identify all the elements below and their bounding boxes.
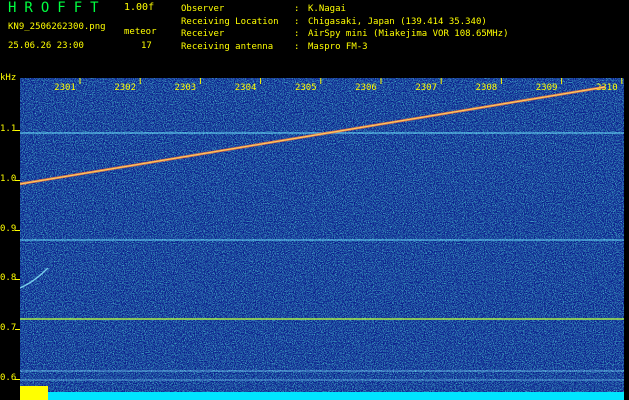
x-tick-label: 2301 <box>54 83 76 93</box>
x-tick-label: 2305 <box>295 83 317 93</box>
info-colon: : <box>294 4 300 14</box>
info-value: Maspro FM-3 <box>308 41 368 52</box>
info-colon: : <box>294 29 300 39</box>
info-colon: : <box>294 16 300 27</box>
info-key: Receiving Location <box>181 16 279 27</box>
x-tick-label: 2309 <box>536 83 558 93</box>
meteor-count: 17 <box>141 41 152 51</box>
y-tick-label: 1.1 <box>0 124 17 134</box>
app-logo: HROFFT <box>8 0 107 16</box>
spectrogram: 2301 2302 2303 2304 2305 2306 2307 2308 2309 2310 <box>20 78 624 400</box>
info-colon: : <box>294 41 300 52</box>
y-tick-label: 0.7 <box>0 323 17 333</box>
info-row-receiver: Receiver : AirSpy mini (Miakejima VOR 10… <box>181 28 508 41</box>
bottom-level-bar <box>20 392 624 400</box>
x-tick-label: 2304 <box>235 83 257 93</box>
timestamp: 25.06.26 23:00 <box>8 41 84 51</box>
x-tick-label: 2308 <box>476 83 498 93</box>
station-info: Observer : K.Nagai Receiving Location : … <box>181 3 508 53</box>
header: HROFFT 1.00f KN9_2506262300.png meteor 2… <box>0 0 629 78</box>
spectrogram-canvas: 2301 2302 2303 2304 2305 2306 2307 2308 2309 2310 <box>20 78 624 400</box>
info-row-antenna: Receiving antenna : Maspro FM-3 <box>181 41 508 54</box>
y-tick-label: 0.9 <box>0 224 17 234</box>
info-row-location: Receiving Location : Chigasaki, Japan (1… <box>181 16 508 29</box>
info-value: Chigasaki, Japan (139.414 35.340) <box>308 16 487 27</box>
bottom-marker <box>20 386 48 400</box>
x-tick-label: 2302 <box>114 83 136 93</box>
info-key: Observer <box>181 4 225 14</box>
app-version: 1.00f <box>124 2 155 13</box>
y-tick-label: 0.8 <box>0 273 17 283</box>
y-tick-label: 1.0 <box>0 174 17 184</box>
y-axis-unit: kHz <box>0 73 17 83</box>
meteor-label: meteor <box>124 27 157 37</box>
info-row-observer: Observer : K.Nagai <box>181 3 508 16</box>
info-value: AirSpy mini (Miakejima VOR 108.65MHz) <box>308 29 509 39</box>
x-tick-label: 2306 <box>355 83 377 93</box>
x-tick-label: 2307 <box>415 83 437 93</box>
x-tick-label: 2303 <box>175 83 197 93</box>
info-key: Receiver <box>181 29 225 39</box>
y-tick-label: 0.6 <box>0 373 17 383</box>
info-key: Receiving antenna <box>181 41 274 52</box>
info-value: K.Nagai <box>308 4 346 14</box>
file-name: KN9_2506262300.png <box>8 22 106 32</box>
noise-layer-bright <box>20 78 624 400</box>
